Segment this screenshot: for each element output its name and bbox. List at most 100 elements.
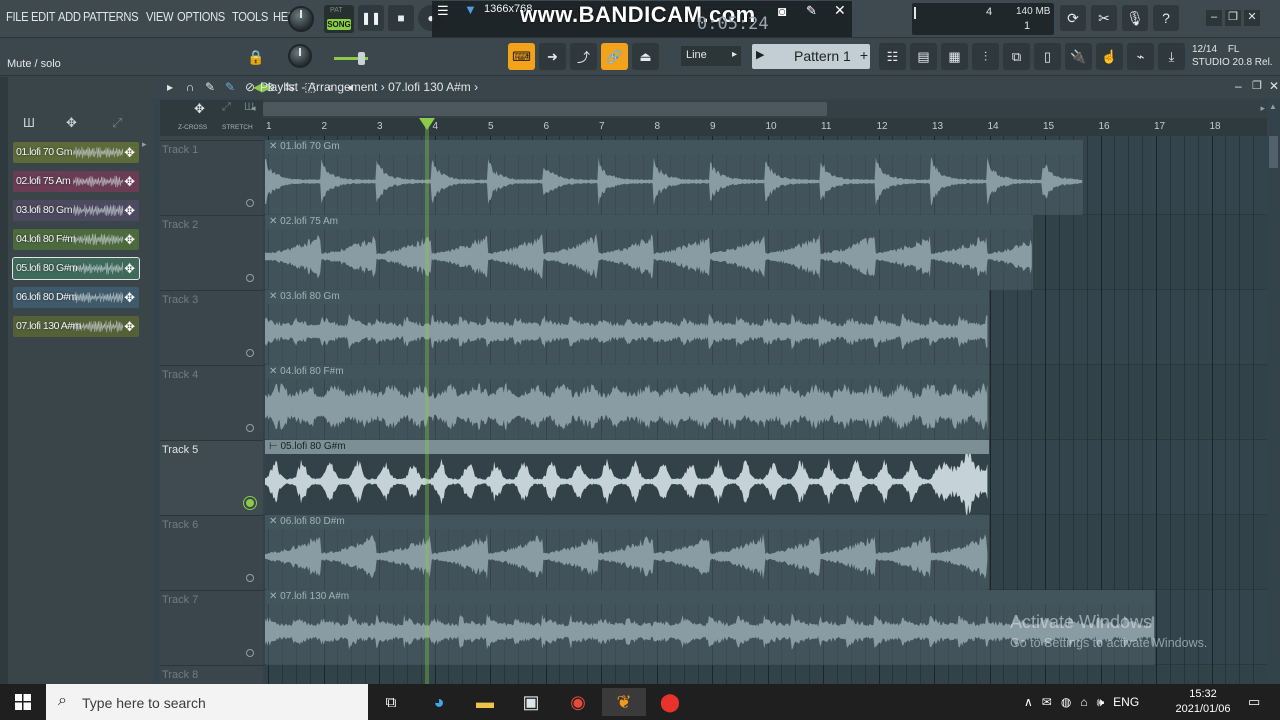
pattern-clip-item[interactable]: 07.lofi 130 A#m ✥ <box>13 316 139 337</box>
track-header[interactable]: Track 3 <box>160 290 263 365</box>
pattern-clip-item[interactable]: 06.lofi 80 D#m ✥ <box>13 287 139 308</box>
track-mute-toggle[interactable] <box>246 274 254 282</box>
pattern-clip-item[interactable]: 03.lofi 80 Gm ✥ <box>13 200 139 221</box>
menu-patterns[interactable]: PATTERNS <box>83 9 139 24</box>
channel-rack-icon[interactable]: ▦ <box>941 43 968 70</box>
vscroll-up-icon[interactable]: ▲ <box>1269 102 1277 111</box>
taskbar-search[interactable]: ⌕ Type here to search <box>46 684 368 720</box>
stop-button[interactable]: ■ <box>388 5 414 31</box>
menu-view[interactable]: VIEW <box>146 9 174 24</box>
add-pattern-icon[interactable]: + <box>860 47 868 63</box>
track-header[interactable]: Track 6 <box>160 515 263 590</box>
tray-chevron-icon[interactable]: ∧ <box>1024 695 1033 709</box>
master-volume-knob[interactable] <box>288 6 314 32</box>
notification-icon[interactable]: ▭ <box>1248 694 1260 710</box>
playlist-maximize-icon[interactable]: ❐ <box>1252 79 1262 92</box>
snap-select[interactable]: Line <box>681 46 741 66</box>
tray-wifi-icon[interactable]: ⌂ <box>1080 695 1087 709</box>
menu-add[interactable]: ADD <box>58 9 81 24</box>
track-lane[interactable] <box>263 665 1267 684</box>
track-mute-toggle[interactable] <box>246 199 254 207</box>
clip-close-icon[interactable]: ✕ <box>269 291 280 302</box>
pattern-clip-item[interactable]: 04.lofi 80 F#m ✥ <box>13 229 139 250</box>
audio-clip[interactable]: ✕ 03.lofi 80 Gm <box>265 290 989 365</box>
metronome-icon[interactable]: ⏏ <box>632 43 659 70</box>
taskbar-clock[interactable]: 15:32 2021/01/06 <box>1172 687 1234 717</box>
playlist-minimize-icon[interactable]: – <box>1235 79 1242 93</box>
pattern-arrow-icon[interactable]: ▶ <box>756 48 764 61</box>
start-button[interactable] <box>0 684 46 720</box>
project-icon[interactable]: ▯ <box>1034 43 1061 70</box>
bandicam-taskbar-icon[interactable]: ⬤ <box>648 688 692 716</box>
cut-icon[interactable]: ✂ <box>1091 5 1117 31</box>
tray-language[interactable]: ENG <box>1113 695 1139 709</box>
audio-clip[interactable]: ✕ 02.lofi 75 Am <box>265 215 1033 290</box>
master-level-slider[interactable] <box>334 52 368 65</box>
menu-tools[interactable]: TOOLS <box>232 9 268 24</box>
pattern-clip-item[interactable]: 01.lofi 70 Gm ✥ <box>13 142 139 163</box>
curve-icon[interactable]: ⤴ <box>570 43 597 70</box>
track-header[interactable]: Track 2 <box>160 215 263 290</box>
camera-icon[interactable]: ◙ <box>778 3 786 19</box>
pat-song-toggle[interactable]: PAT SONG <box>324 5 354 33</box>
pattern-selector[interactable]: ▶ Pattern 1 + <box>752 44 870 69</box>
menu-edit[interactable]: EDIT <box>31 9 55 24</box>
undo-icon[interactable]: ⟳ <box>1060 5 1086 31</box>
typing-keyboard-icon[interactable]: ⌨ <box>508 43 535 70</box>
picker-menu-icon[interactable]: Ш <box>23 115 35 130</box>
playlist-icon[interactable]: ☷ <box>879 43 906 70</box>
clip-close-icon[interactable]: ✕ <box>269 216 280 227</box>
vertical-scroll-thumb[interactable] <box>1269 136 1278 168</box>
help-icon[interactable]: ? <box>1153 5 1179 31</box>
arrow-right-icon[interactable]: ➜ <box>539 43 566 70</box>
track-header[interactable]: Track 7 <box>160 590 263 665</box>
piano-roll-icon[interactable]: ▤ <box>910 43 937 70</box>
audio-clip[interactable]: ✕ 04.lofi 80 F#m <box>265 365 989 440</box>
mixer-icon[interactable]: ⫶ <box>972 43 999 70</box>
tray-globe-icon[interactable]: ◍ <box>1061 695 1071 709</box>
arrangement-grid[interactable]: ✕ 01.lofi 70 Gm ✕ 02.lofi 75 Am ✕ 03.lofi … <box>263 136 1267 684</box>
draw-tool-icon[interactable]: ✎ <box>203 80 217 95</box>
file-explorer-icon[interactable]: ▬ <box>463 688 507 716</box>
pencil-icon[interactable]: ✎ <box>806 3 817 19</box>
picker-edit-icon[interactable]: ⤢ <box>112 115 122 131</box>
play-arrow-icon[interactable]: ▸ <box>163 80 177 95</box>
paint-tool-icon[interactable]: ✎ <box>223 80 237 95</box>
audio-clip[interactable]: ✕ 01.lofi 70 Gm <box>265 140 1083 215</box>
horizontal-scrollbar[interactable]: ◂ ▸ <box>251 100 1267 118</box>
menu-file[interactable]: FILE <box>6 9 29 24</box>
close-recorder-icon[interactable]: ✕ <box>834 2 846 19</box>
playhead-marker[interactable] <box>418 118 435 130</box>
tray-network-icon[interactable]: ✉ <box>1042 695 1052 709</box>
playlist-close-icon[interactable]: ✕ <box>1269 79 1279 93</box>
track-header[interactable]: Track 5 <box>160 440 263 515</box>
panel-resize-icon[interactable]: ▸ <box>142 139 147 150</box>
track-mute-toggle[interactable] <box>246 499 254 507</box>
clip-close-icon[interactable]: ✕ <box>269 366 280 377</box>
store-icon[interactable]: ▣ <box>509 688 553 716</box>
timeline-ruler[interactable]: 1 2 3 4 5 6 7 8 9 10 11 12 13 14 15 16 17 18 <box>263 118 1267 136</box>
link-icon[interactable]: 🔗 <box>601 43 628 70</box>
header-link-icon[interactable]: ⤢ <box>222 101 231 114</box>
fl-studio-taskbar-icon[interactable]: ❦ <box>602 688 646 716</box>
tray-volume-icon[interactable]: 🕪 <box>1097 695 1105 710</box>
master-pitch-knob[interactable] <box>288 44 312 68</box>
track-header[interactable]: Track 4 <box>160 365 263 440</box>
track-mute-toggle[interactable] <box>246 424 254 432</box>
horizontal-scroll-thumb[interactable] <box>263 102 827 116</box>
vertical-scrollbar[interactable]: ▲ <box>1267 100 1280 684</box>
clip-close-icon[interactable]: ✕ <box>269 516 280 527</box>
download-icon[interactable]: ⤓ <box>1158 43 1185 70</box>
track-mute-toggle[interactable] <box>246 649 254 657</box>
plugin-icon[interactable]: 🔌 <box>1065 43 1092 70</box>
pin-icon[interactable]: ▼ <box>464 2 477 17</box>
microphone-icon[interactable]: 🎙 <box>1122 5 1148 31</box>
track-mute-toggle[interactable] <box>246 349 254 357</box>
touch-icon[interactable]: ☝ <box>1096 43 1123 70</box>
minimize-icon[interactable]: – <box>1206 10 1222 26</box>
close-icon[interactable]: ✕ <box>1244 10 1260 26</box>
track-mute-toggle[interactable] <box>246 574 254 582</box>
clip-close-icon[interactable]: ✕ <box>269 591 280 602</box>
browser-icon[interactable]: ⧉ <box>1003 43 1030 70</box>
chrome-icon[interactable]: ◉ <box>556 688 600 716</box>
